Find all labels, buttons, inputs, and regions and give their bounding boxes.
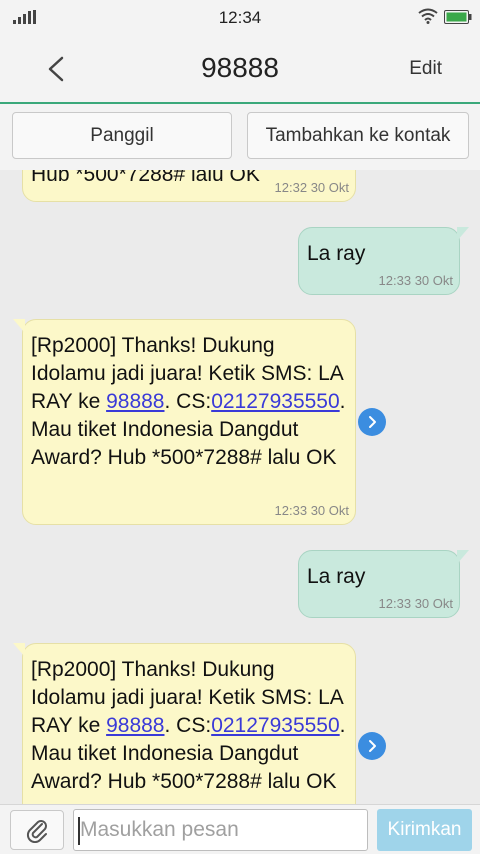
message-bubble-incoming[interactable]: [Rp2000] Thanks! Dukung Idolamu jadi jua…	[13, 643, 356, 804]
conversation-header: 98888 Edit	[0, 34, 480, 104]
message-thread[interactable]: Hub *500*7288# lalu OK 12:32 30 Okt La r…	[0, 170, 480, 804]
message-timestamp: 12:32 30 Okt	[274, 180, 349, 195]
cs-phone-link[interactable]: 02127935550	[211, 714, 339, 737]
compose-bar: Kirimkan	[0, 804, 480, 854]
forward-arrow-icon[interactable]	[358, 732, 386, 760]
message-timestamp: 12:33 30 Okt	[274, 503, 349, 518]
status-bar: 12:34	[0, 0, 480, 34]
number-link[interactable]: 98888	[106, 714, 164, 737]
send-button[interactable]: Kirimkan	[377, 809, 472, 851]
message-text-part: . CS:	[164, 714, 212, 737]
number-link[interactable]: 98888	[106, 390, 164, 413]
message-input[interactable]	[73, 809, 368, 851]
edit-button[interactable]: Edit	[409, 58, 442, 80]
message-text: [Rp2000] Thanks! Dukung Idolamu jadi jua…	[31, 644, 347, 796]
call-button[interactable]: Panggil	[12, 112, 232, 159]
cs-phone-link[interactable]: 02127935550	[211, 390, 339, 413]
message-text: La ray	[307, 565, 366, 588]
conversation-title: 98888	[201, 52, 279, 83]
message-text: [Rp2000] Thanks! Dukung Idolamu jadi jua…	[31, 320, 347, 472]
add-to-contacts-button[interactable]: Tambahkan ke kontak	[247, 112, 469, 159]
back-chevron-icon[interactable]	[42, 54, 70, 84]
message-timestamp: 12:33 30 Okt	[378, 273, 453, 288]
attach-button[interactable]	[10, 810, 64, 850]
message-bubble-outgoing[interactable]: La ray 12:33 30 Okt	[298, 227, 469, 295]
contact-actions: Panggil Tambahkan ke kontak	[0, 104, 480, 170]
message-bubble-incoming[interactable]: Hub *500*7288# lalu OK 12:32 30 Okt	[22, 170, 356, 202]
message-text-part: . CS:	[164, 390, 212, 413]
message-text: La ray	[307, 242, 366, 265]
message-bubble-incoming[interactable]: [Rp2000] Thanks! Dukung Idolamu jadi jua…	[13, 319, 356, 525]
paperclip-icon	[26, 820, 47, 843]
forward-arrow-icon[interactable]	[358, 408, 386, 436]
battery-icon	[444, 10, 472, 24]
message-bubble-outgoing[interactable]: La ray 12:33 30 Okt	[298, 550, 469, 618]
message-timestamp: 12:33 30 Okt	[378, 596, 453, 611]
wifi-icon	[418, 8, 438, 24]
status-time: 12:34	[218, 8, 262, 27]
